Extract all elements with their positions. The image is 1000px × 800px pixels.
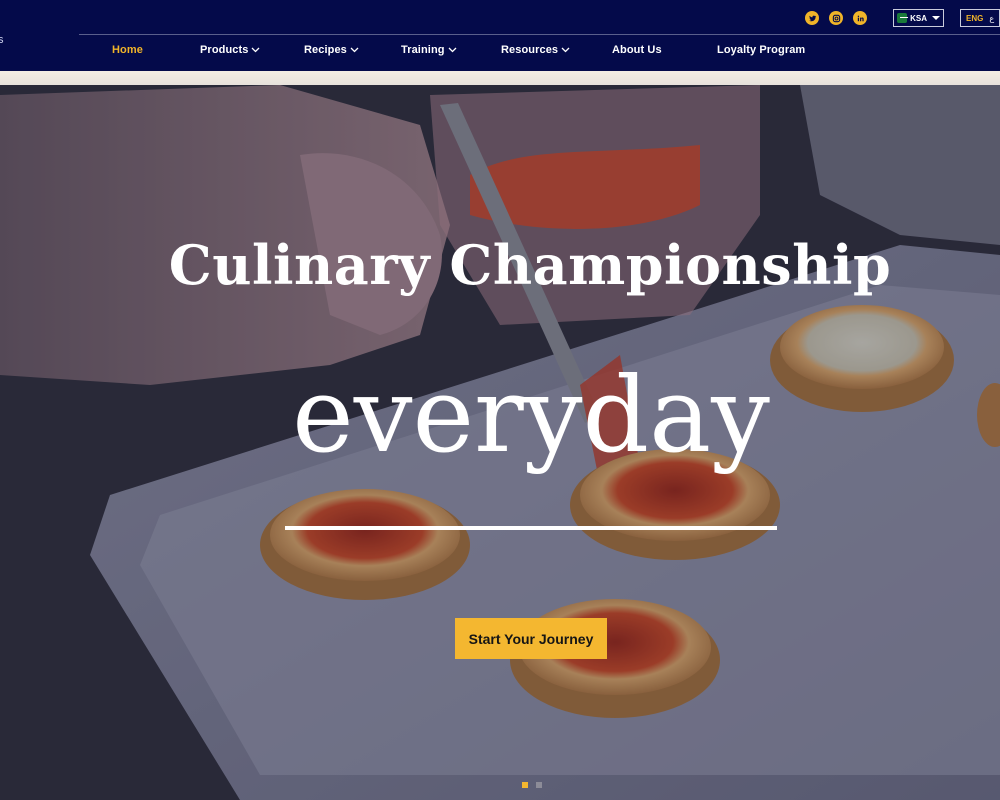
nav-item-label: Resources	[501, 44, 559, 56]
linkedin-icon[interactable]	[853, 11, 867, 25]
start-journey-button[interactable]: Start Your Journey	[455, 618, 607, 659]
twitter-icon[interactable]	[805, 11, 819, 25]
caret-down-icon	[932, 16, 940, 20]
country-label: KSA	[910, 13, 927, 23]
language-selector[interactable]: ENG ع	[960, 9, 1000, 27]
main-nav: Home Products Recipes Training Resources…	[0, 44, 1000, 62]
language-label: ENG	[966, 13, 984, 23]
chevron-down-icon	[561, 47, 570, 53]
nav-item-recipes[interactable]: Recipes	[304, 44, 359, 56]
nav-item-home[interactable]: Home	[112, 44, 143, 56]
nav-item-resources[interactable]: Resources	[501, 44, 570, 56]
nav-item-about-us[interactable]: About Us	[612, 44, 662, 56]
chevron-down-icon	[252, 47, 260, 53]
nav-divider	[79, 34, 1000, 35]
nav-item-label: Training	[401, 44, 445, 56]
hero-underline	[285, 526, 777, 530]
nav-item-training[interactable]: Training	[401, 44, 457, 56]
hero-subtitle: everyday	[292, 354, 770, 476]
header-utility-bar: KSA ENG ع	[805, 8, 1000, 28]
site-header: s KSA ENG ع Home Products Recipes Traini…	[0, 0, 1000, 71]
chevron-down-icon	[350, 47, 359, 53]
slide-dot-2[interactable]	[536, 782, 542, 788]
nav-item-products[interactable]: Products	[200, 44, 260, 56]
nav-item-label: Loyalty Program	[717, 44, 806, 56]
saudi-flag-icon	[897, 13, 909, 23]
nav-item-label: Home	[112, 44, 143, 56]
country-selector[interactable]: KSA	[893, 9, 944, 27]
hero-slider: Culinary Championship everyday Start You…	[0, 85, 1000, 800]
slider-pagination	[522, 782, 542, 788]
header-accent-band	[0, 71, 1000, 85]
instagram-icon[interactable]	[829, 11, 843, 25]
nav-item-label: Products	[200, 44, 249, 56]
nav-item-label: About Us	[612, 44, 662, 56]
language-alt-label: ع	[989, 13, 995, 23]
hero-title: Culinary Championship	[168, 233, 892, 297]
nav-item-label: Recipes	[304, 44, 347, 56]
slide-dot-1[interactable]	[522, 782, 528, 788]
chevron-down-icon	[448, 47, 457, 53]
nav-item-loyalty-program[interactable]: Loyalty Program	[717, 44, 805, 56]
